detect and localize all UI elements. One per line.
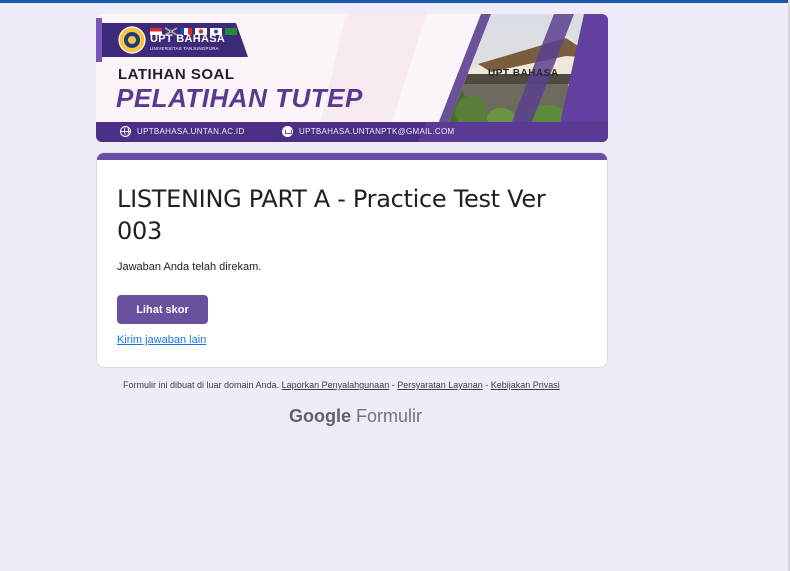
confirmation-card: LISTENING PART A - Practice Test Ver 003… [96, 152, 608, 368]
report-abuse-link[interactable]: Laporkan Penyalahgunaan [282, 380, 390, 390]
footer-disclaimer: Formulir ini dibuat di luar domain Anda.… [96, 380, 668, 390]
banner-title: PELATIHAN TUTEP [116, 83, 363, 113]
view-score-button[interactable]: Lihat skor [117, 295, 208, 324]
browser-top-bar [0, 0, 790, 3]
banner-website: UPTBAHASA.UNTAN.AC.ID [120, 126, 245, 137]
header-banner: UPT BAHASA UNIVERSITAS TANJUNGPURA LATIH… [96, 14, 608, 142]
footer-prefix: Formulir ini dibuat di luar domain Anda. [123, 380, 280, 390]
privacy-link[interactable]: Kebijakan Privasi [491, 380, 560, 390]
website-text: UPTBAHASA.UNTAN.AC.ID [137, 127, 245, 136]
footer-separator: - [389, 380, 398, 390]
footer-separator: - [482, 380, 491, 390]
form-title: LISTENING PART A - Practice Test Ver 003 [117, 185, 546, 245]
logo-forms-text: Formulir [356, 406, 422, 426]
globe-icon [120, 126, 131, 137]
brand-name: UPT BAHASA [150, 33, 226, 45]
building-sign: UPT BAHASA [488, 68, 559, 79]
google-forms-logo[interactable]: Google Formulir [289, 406, 422, 427]
logo-google-text: Google [289, 406, 351, 426]
submit-another-response-link[interactable]: Kirim jawaban lain [117, 334, 206, 346]
card-accent-bar [97, 153, 607, 160]
brand-subtitle: UNIVERSITAS TANJUNGPURA [150, 46, 219, 51]
banner-kicker: LATIHAN SOAL [118, 66, 235, 83]
terms-link[interactable]: Persyaratan Layanan [397, 380, 483, 390]
confirmation-message: Jawaban Anda telah direkam. [117, 261, 262, 273]
banner-email: UPTBAHASA.UNTANPTK@GMAIL.COM [282, 126, 455, 137]
email-text: UPTBAHASA.UNTANPTK@GMAIL.COM [299, 127, 455, 136]
mail-icon [282, 126, 293, 137]
